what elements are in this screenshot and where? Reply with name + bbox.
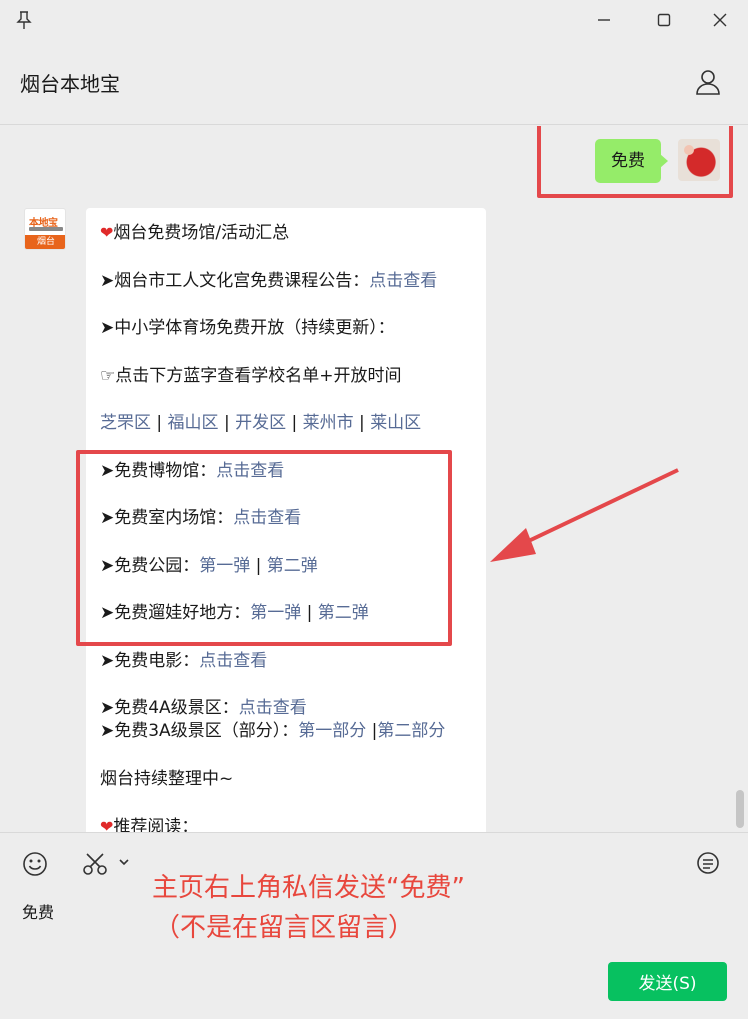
annotation-line-2: （不是在留言区留言）: [154, 913, 415, 943]
link-district-laizhou[interactable]: 莱州市: [303, 413, 354, 433]
message-line-school-sports: ➤中小学体育场免费开放（持续更新）：: [100, 313, 395, 338]
link-district-fushan[interactable]: 福山区: [168, 413, 219, 433]
link-district-kaifa[interactable]: 开发区: [235, 413, 286, 433]
avatar-brand-line: [29, 227, 63, 231]
pin-icon[interactable]: [16, 10, 32, 30]
line-text: ➤免费4A级景区：: [100, 698, 239, 718]
chevron-down-icon[interactable]: [118, 857, 130, 867]
message-line-3a-scenic: ➤免费3A级景区（部分）：第一部分 |第二部分: [100, 721, 446, 741]
message-line-districts: 芝罘区 | 福山区 | 开发区 | 莱州市 | 莱山区: [100, 413, 422, 433]
chat-scrollbar[interactable]: [736, 790, 744, 828]
avatar-brand-bottom: 烟台: [25, 235, 65, 249]
profile-icon[interactable]: [694, 68, 722, 96]
line-text: ➤中小学体育场免费开放（持续更新）：: [100, 318, 395, 338]
link-part-one[interactable]: 第一部分: [298, 721, 366, 741]
message-line-hint: ☞点击下方蓝字查看学校名单+开放时间: [100, 361, 401, 386]
chat-message-area[interactable]: 免费 本地宝 烟台 ❤烟台免费场馆/活动汇总 ➤烟台市工人文化宫免费课程公告：点…: [0, 126, 748, 832]
minimize-icon[interactable]: [592, 8, 616, 32]
message-line-recommend: ❤推荐阅读：: [100, 812, 198, 832]
maximize-icon[interactable]: [652, 8, 676, 32]
emoji-icon[interactable]: [22, 851, 48, 877]
line-text: 推荐阅读：: [113, 817, 199, 832]
window-titlebar: [0, 0, 748, 40]
link-view[interactable]: 点击查看: [199, 651, 267, 671]
send-button[interactable]: 发送(S): [608, 962, 727, 1001]
message-line-ongoing: 烟台持续整理中~: [100, 764, 233, 789]
link-view[interactable]: 点击查看: [239, 698, 307, 718]
message-line-culture-palace: ➤烟台市工人文化宫免费课程公告：点击查看: [100, 266, 437, 291]
line-text: 烟台持续整理中~: [100, 769, 234, 789]
line-text: ➤免费电影：: [100, 651, 200, 671]
chat-header: 烟台本地宝: [0, 40, 748, 125]
line-text: 烟台免费场馆/活动汇总: [113, 223, 290, 243]
link-part-two[interactable]: 第二部分: [377, 721, 445, 741]
heart-icon: ❤: [100, 223, 114, 242]
arrow-icon: [490, 468, 679, 562]
link-district-laishan[interactable]: 莱山区: [370, 413, 421, 433]
highlight-box-sent-message: [537, 126, 733, 198]
message-line-4a-scenic: ➤免费4A级景区：点击查看: [100, 693, 307, 718]
line-text: ☞点击下方蓝字查看学校名单+开放时间: [100, 366, 402, 386]
line-text: ➤烟台市工人文化宫免费课程公告：: [100, 271, 370, 291]
message-line-title: ❤烟台免费场馆/活动汇总: [100, 218, 289, 243]
chat-history-icon[interactable]: [696, 851, 720, 877]
link-district-zhifu[interactable]: 芝罘区: [100, 413, 151, 433]
heart-icon: ❤: [100, 817, 114, 832]
bot-avatar[interactable]: 本地宝 烟台: [24, 208, 66, 250]
link-view[interactable]: 点击查看: [369, 271, 437, 291]
message-input-text[interactable]: 免费: [22, 899, 54, 923]
close-icon[interactable]: [708, 8, 732, 32]
annotation-line-1: 主页右上角私信发送“免费”: [152, 873, 465, 903]
message-input-area[interactable]: 免费 主页右上角私信发送“免费” （不是在留言区留言） 发送(S): [0, 832, 748, 1019]
chat-title: 烟台本地宝: [20, 72, 120, 96]
scissors-icon[interactable]: [82, 851, 110, 877]
line-text: ➤免费3A级景区（部分）：: [100, 721, 299, 741]
highlight-box-free-list: [76, 450, 452, 646]
message-line-movie: ➤免费电影：点击查看: [100, 646, 267, 671]
